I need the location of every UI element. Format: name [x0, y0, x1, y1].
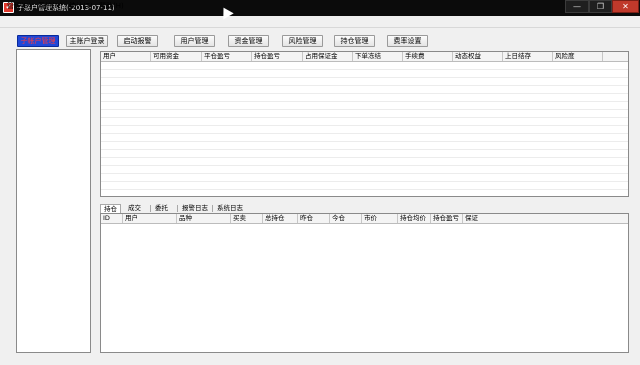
sub-account-list[interactable] — [16, 49, 91, 353]
positions-grid[interactable]: ID 用户 品种 买卖 总持仓 昨仓 今仓 市价 持仓均价 持仓盈亏 保证 — [100, 213, 629, 353]
column-header[interactable]: 持仓盈亏 — [252, 52, 303, 61]
column-header[interactable]: 可用资金 — [151, 52, 202, 61]
column-header[interactable]: ID — [101, 214, 123, 223]
positions-grid-header: ID 用户 品种 买卖 总持仓 昨仓 今仓 市价 持仓均价 持仓盈亏 保证 — [101, 214, 628, 224]
tab-trades[interactable]: 成交 — [125, 204, 144, 213]
sub-account-manage-button[interactable]: 子帐户管理 — [17, 35, 59, 47]
tab-separator — [150, 205, 151, 212]
menu-manage[interactable]: 管理(B) — [7, 1, 31, 11]
fee-settings-button[interactable]: 费率设置 — [387, 35, 428, 47]
column-header[interactable]: 市价 — [362, 214, 398, 223]
column-header[interactable]: 用户 — [123, 214, 177, 223]
menu-help[interactable]: 帮助(H) — [99, 1, 124, 11]
menu-system[interactable]: 系统(N) — [38, 1, 63, 11]
user-manage-button[interactable]: 用户管理 — [174, 35, 215, 47]
column-header[interactable]: 下单冻结 — [353, 52, 403, 61]
menu-statistics[interactable]: 统计(T) — [69, 1, 93, 11]
account-grid-body[interactable] — [101, 62, 628, 196]
main-account-login-button[interactable]: 主账户登录 — [66, 35, 108, 47]
column-header[interactable]: 总持仓 — [263, 214, 298, 223]
column-header[interactable]: 品种 — [177, 214, 231, 223]
close-button[interactable]: ✕ — [612, 0, 639, 13]
maximize-button[interactable]: ❐ — [589, 0, 612, 13]
column-header[interactable]: 今仓 — [330, 214, 362, 223]
fund-manage-button[interactable]: 资金管理 — [228, 35, 269, 47]
start-alarm-button[interactable]: 启动报警 — [117, 35, 158, 47]
column-header[interactable]: 平仓盈亏 — [202, 52, 252, 61]
menu-bar — [0, 16, 640, 28]
column-header[interactable]: 保证 — [463, 214, 493, 223]
column-header[interactable]: 用户 — [101, 52, 151, 61]
tab-system-log[interactable]: 系统日志 — [214, 204, 246, 213]
minimize-button[interactable]: — — [565, 0, 589, 13]
position-manage-button[interactable]: 持仓管理 — [334, 35, 375, 47]
column-header[interactable]: 持仓盈亏 — [431, 214, 463, 223]
column-header[interactable]: 动态权益 — [453, 52, 503, 61]
tab-separator — [212, 205, 213, 212]
tab-orders[interactable]: 委托 — [152, 204, 171, 213]
column-header[interactable]: 买卖 — [231, 214, 263, 223]
account-grid[interactable]: 用户 可用资金 平仓盈亏 持仓盈亏 占用保证金 下单冻结 手续费 动态权益 上日… — [100, 51, 629, 197]
column-header[interactable]: 风险度 — [553, 52, 603, 61]
account-grid-header: 用户 可用资金 平仓盈亏 持仓盈亏 占用保证金 下单冻结 手续费 动态权益 上日… — [101, 52, 628, 62]
column-header[interactable]: 昨仓 — [298, 214, 330, 223]
column-header[interactable]: 占用保证金 — [303, 52, 353, 61]
tab-alarm-log[interactable]: 报警日志 — [179, 204, 211, 213]
tab-separator — [177, 205, 178, 212]
tab-positions[interactable]: 持仓 — [100, 204, 121, 213]
column-header[interactable]: 持仓均价 — [398, 214, 431, 223]
risk-manage-button[interactable]: 风险管理 — [282, 35, 323, 47]
column-header[interactable]: 上日结存 — [503, 52, 553, 61]
column-header[interactable]: 手续费 — [403, 52, 453, 61]
